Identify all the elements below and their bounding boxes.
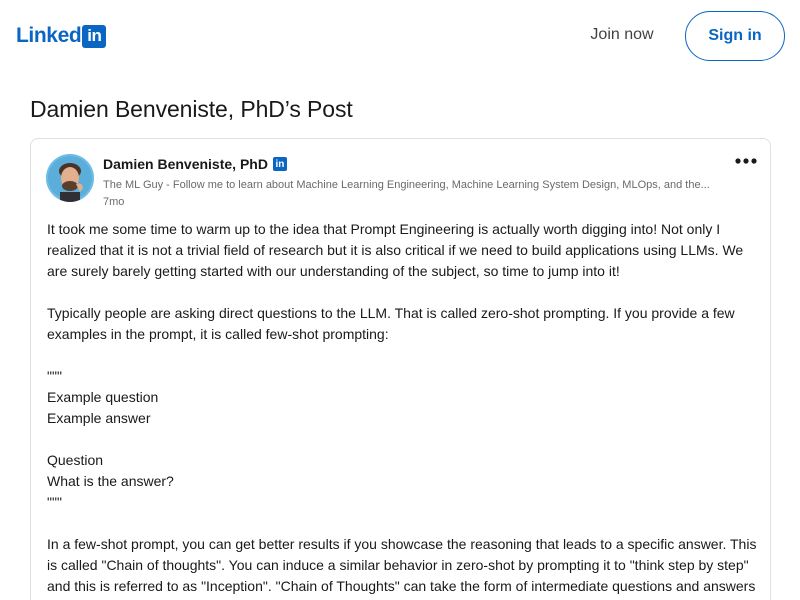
post-body-line: Typically people are asking direct quest… — [47, 305, 735, 321]
post-body-line: It took me some time to warm up to the i… — [47, 221, 721, 237]
post-body-line: is called "Chain of thoughts". You can i… — [47, 557, 749, 573]
post-body-line — [47, 282, 759, 303]
post-body-line — [47, 429, 759, 450]
author-headline: The ML Guy - Follow me to learn about Ma… — [103, 179, 710, 191]
logo-wordmark: Linked — [16, 24, 82, 47]
post-timestamp: 7mo — [103, 196, 125, 208]
post-body-line: What is the answer? — [47, 473, 174, 489]
sign-in-button[interactable]: Sign in — [685, 11, 785, 61]
post-card: Damien Benveniste, PhD in The ML Guy - F… — [30, 138, 771, 600]
more-horizontal-icon — [735, 158, 757, 164]
more-options-button[interactable] — [731, 151, 761, 171]
page-title: Damien Benveniste, PhD’s Post — [30, 96, 353, 122]
top-nav: Linked in Join now Sign in — [0, 0, 800, 72]
post-body-line: and this is referred to as "Inception". … — [47, 578, 756, 594]
post-body-line: Example answer — [47, 410, 151, 426]
linkedin-badge-icon: in — [272, 157, 287, 171]
post-body-line: Example question — [47, 389, 159, 405]
linkedin-logo[interactable]: Linked in — [16, 23, 107, 49]
post-body-line: """ — [47, 494, 62, 510]
author-name[interactable]: Damien Benveniste, PhD in — [103, 156, 287, 172]
post-body-line — [47, 513, 759, 534]
post-body-line: examples in the prompt, it is called few… — [47, 326, 389, 342]
post-body-line: In a few-shot prompt, you can get better… — [47, 536, 757, 552]
author-name-text: Damien Benveniste, PhD — [103, 156, 268, 172]
avatar-image — [46, 154, 94, 202]
post-body-line: realized that it is not a trivial field … — [47, 242, 744, 258]
post-body: It took me some time to warm up to the i… — [47, 219, 759, 597]
post-body-line: """ — [47, 368, 62, 384]
join-now-button[interactable]: Join now — [574, 18, 670, 52]
post-body-line: are surely barely getting started with o… — [47, 263, 620, 279]
post-body-line: Question — [47, 452, 104, 468]
post-body-line — [47, 345, 759, 366]
logo-in-box: in — [82, 24, 107, 48]
author-avatar[interactable] — [46, 154, 94, 202]
